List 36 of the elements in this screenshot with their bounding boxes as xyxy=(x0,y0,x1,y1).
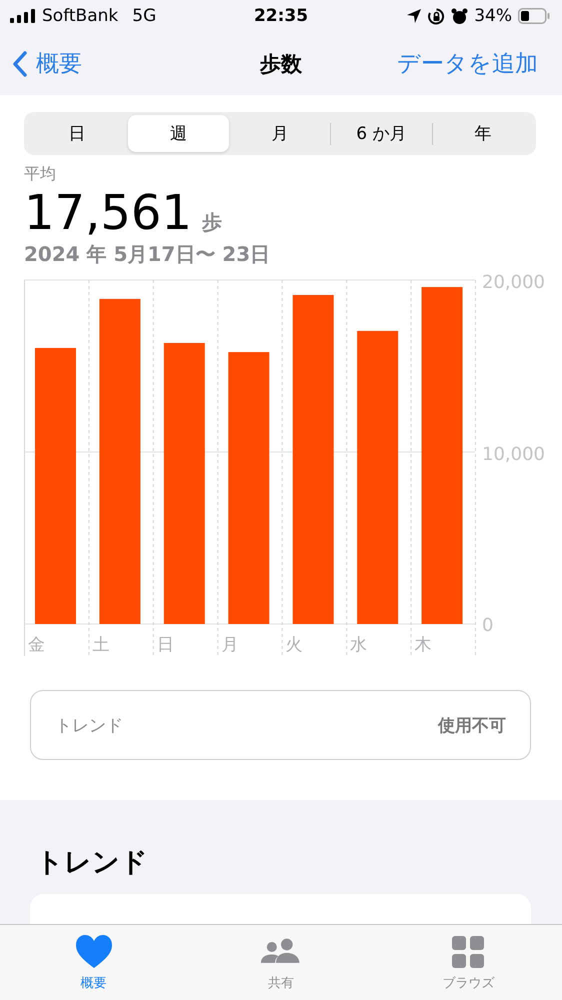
day-label: 金 xyxy=(28,635,45,655)
trend-label: トレンド xyxy=(55,714,123,736)
day-label: 火 xyxy=(286,635,303,655)
day-label: 木 xyxy=(414,635,432,655)
day-label: 土 xyxy=(92,635,110,655)
rotation-lock-icon xyxy=(428,8,446,24)
range-tab[interactable]: 6 か月 xyxy=(331,115,432,152)
axis-label: 10,000 xyxy=(482,444,545,465)
unit-label: 歩 xyxy=(202,209,222,236)
range-tab[interactable]: 月 xyxy=(230,115,330,152)
section-heading: トレンド xyxy=(36,846,148,880)
day-label: 水 xyxy=(350,635,368,655)
heart-icon xyxy=(74,934,114,970)
trend-status: 使用不可 xyxy=(438,714,506,736)
date-range: 2024 年 5月17日〜 23日 xyxy=(24,241,270,268)
network-type: 5G xyxy=(132,6,156,26)
back-chevron-icon xyxy=(12,50,28,76)
signal-icon xyxy=(10,9,36,23)
range-tab[interactable]: 日 xyxy=(27,115,128,152)
axis-label: 20,000 xyxy=(482,272,545,293)
battery-icon xyxy=(518,8,550,24)
day-label: 月 xyxy=(221,635,238,655)
page-title: 歩数 xyxy=(260,52,302,76)
axis-label: 0 xyxy=(482,615,494,636)
carrier-name: SoftBank xyxy=(42,6,118,26)
battery-percent: 34% xyxy=(474,6,512,26)
back-button[interactable]: 概要 xyxy=(12,48,82,79)
range-tab[interactable]: 週 xyxy=(128,115,229,152)
location-icon xyxy=(406,8,422,24)
tab-bar-item[interactable]: 概要 xyxy=(0,925,188,1000)
clock-time: 22:35 xyxy=(254,6,308,26)
average-value: 17,561 xyxy=(24,187,192,239)
day-label: 日 xyxy=(156,635,174,655)
add-data-button[interactable]: データを追加 xyxy=(397,48,538,79)
range-tab[interactable]: 年 xyxy=(432,115,534,152)
average-label: 平均 xyxy=(24,164,56,185)
